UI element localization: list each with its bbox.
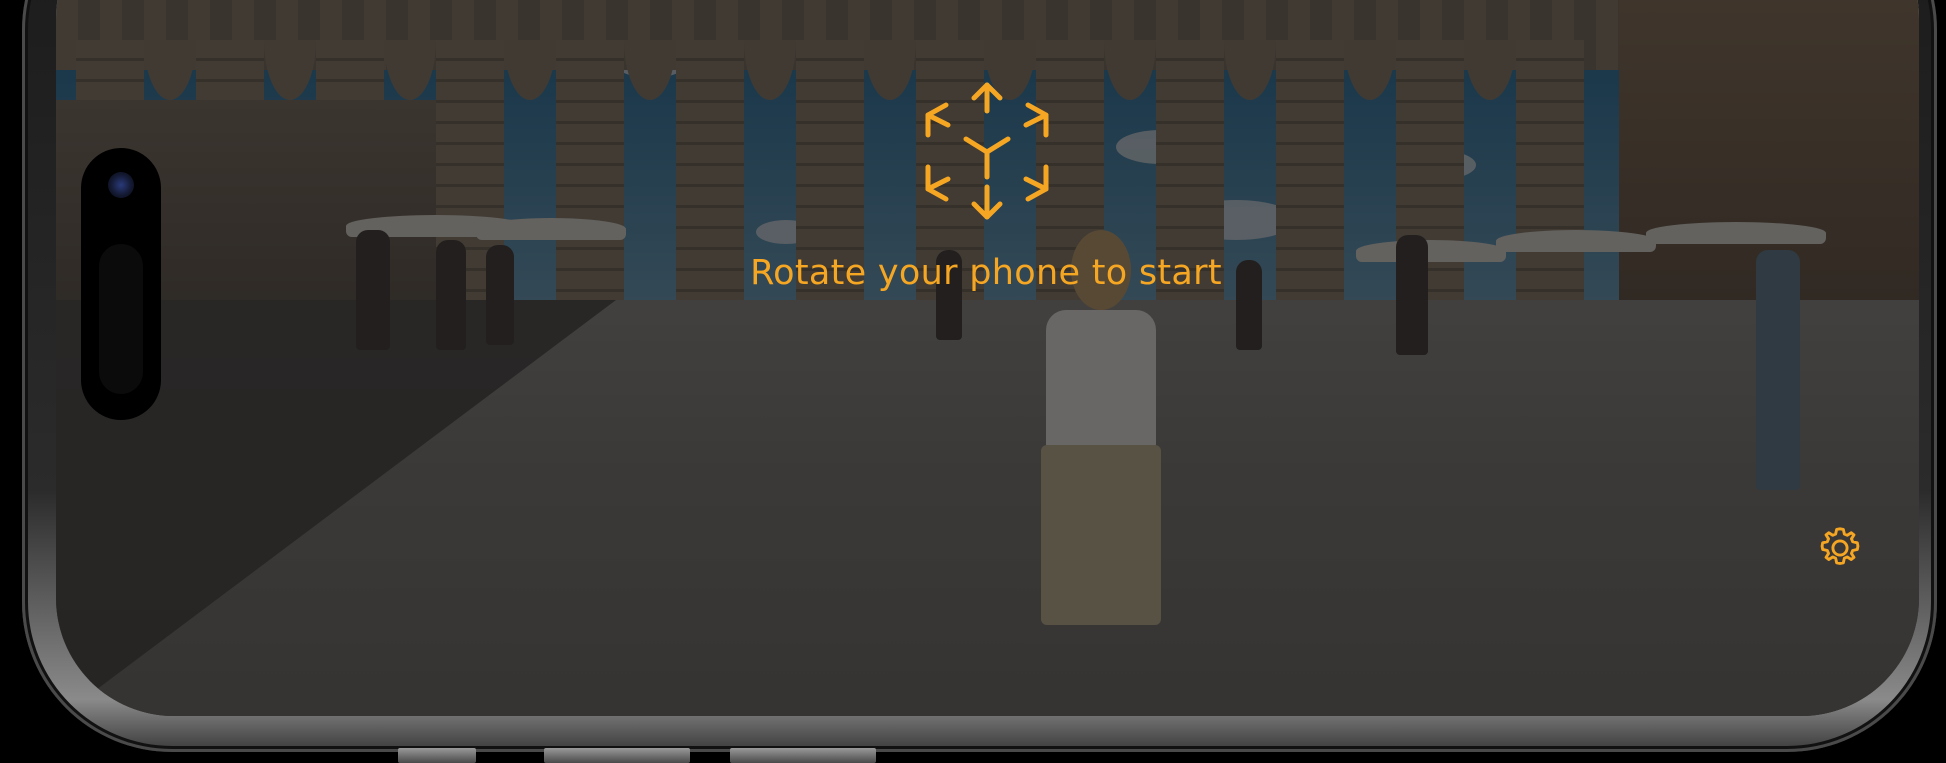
- volume-up-button: [398, 748, 476, 763]
- device-stage: Rotate your phone to start: [0, 0, 1946, 763]
- front-camera: [108, 172, 134, 198]
- settings-button[interactable]: [1815, 523, 1865, 573]
- phone-screen: Rotate your phone to start: [56, 0, 1919, 716]
- dynamic-island: [81, 148, 161, 420]
- rotate-instruction-text: Rotate your phone to start: [750, 253, 1222, 293]
- side-button: [730, 748, 876, 763]
- face-id-sensor: [99, 244, 143, 394]
- rotate-3d-cube-icon: [922, 77, 1052, 227]
- volume-down-button: [544, 748, 690, 763]
- gear-icon: [1820, 527, 1860, 565]
